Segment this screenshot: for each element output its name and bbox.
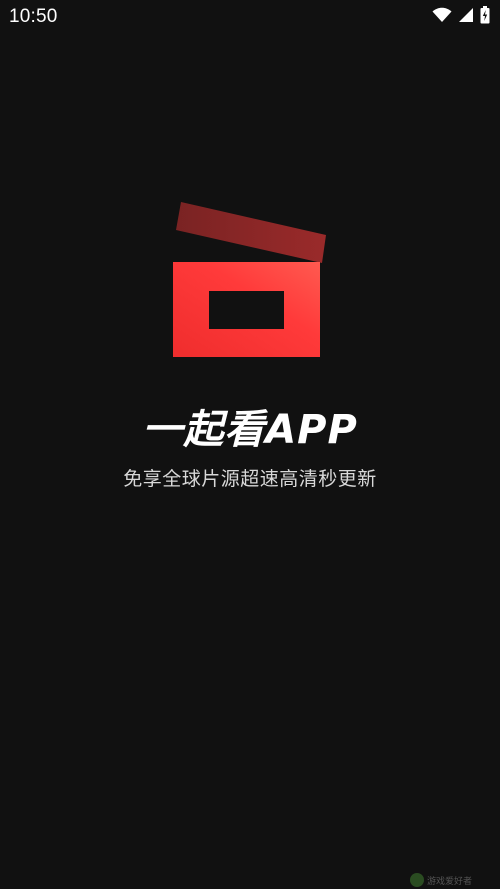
status-bar: 10:50: [0, 0, 500, 34]
watermark: 游戏爱好者: [409, 873, 472, 887]
clapperboard-logo: [172, 200, 328, 360]
app-tagline: 免享全球片源超速高清秒更新: [123, 468, 377, 490]
wifi-icon: [432, 7, 452, 23]
watermark-logo-icon: [409, 873, 424, 887]
status-time: 10:50: [9, 6, 58, 27]
watermark-text: 游戏爱好者: [426, 876, 472, 887]
battery-charging-icon: [480, 6, 490, 24]
app-title: 一起看APP: [142, 407, 358, 453]
cellular-signal-icon: [458, 7, 474, 23]
status-icons: [432, 6, 490, 24]
